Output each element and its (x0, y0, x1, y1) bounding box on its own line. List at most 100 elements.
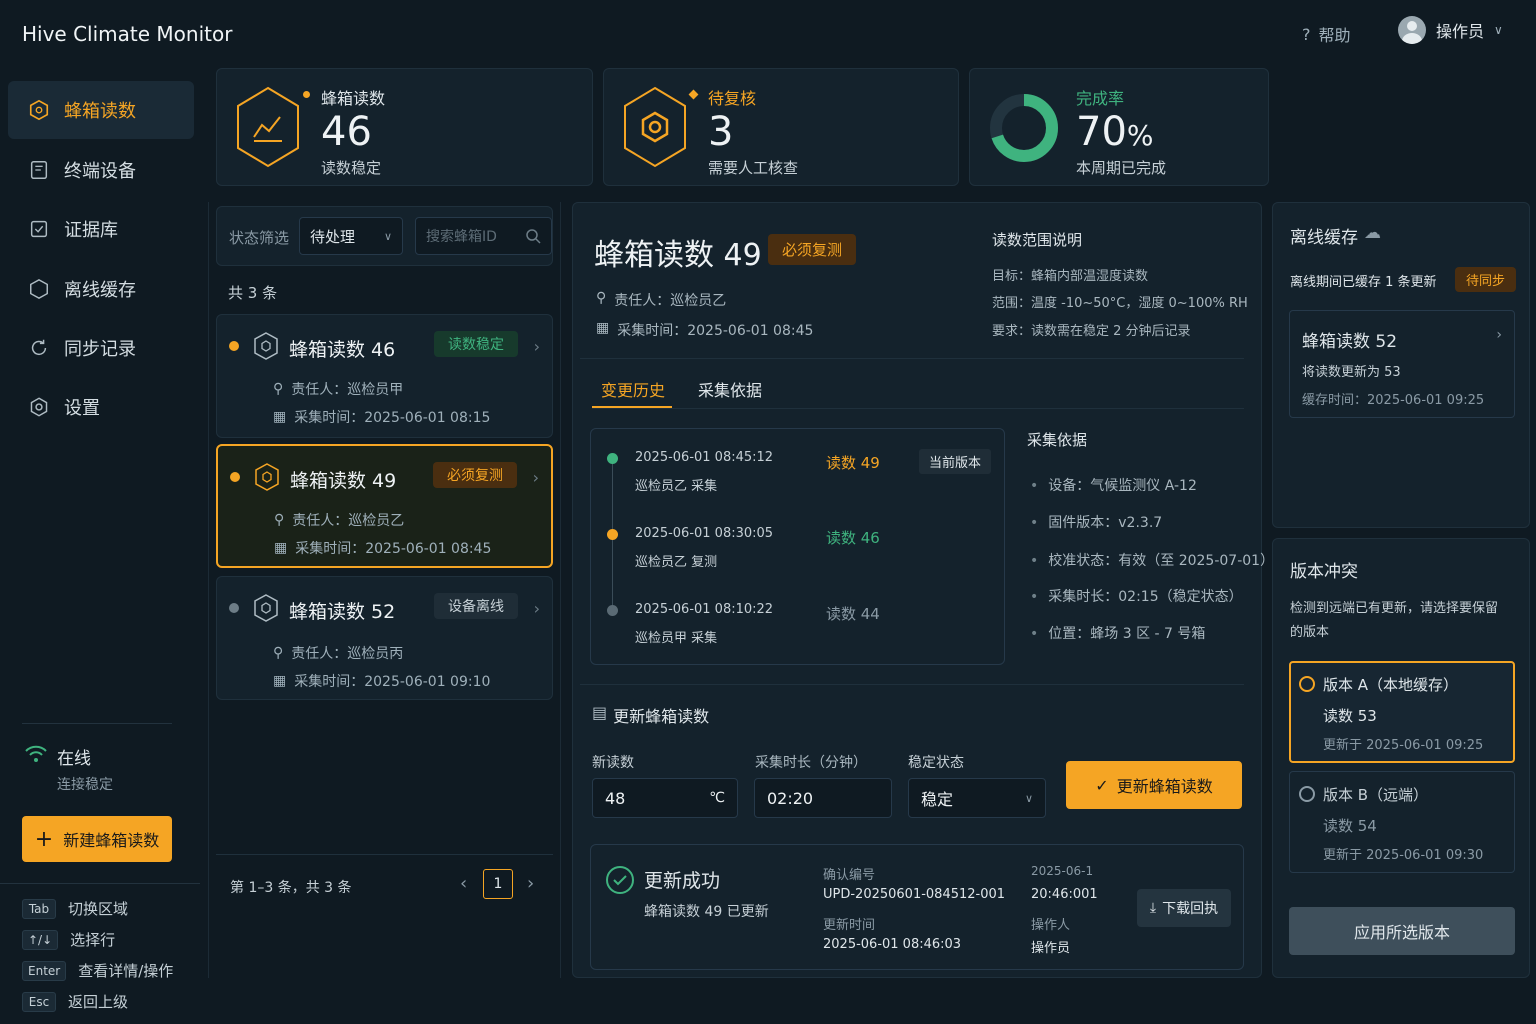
sidebar-item-evidence[interactable]: 证据库 (8, 200, 194, 258)
offline-title-text: 离线缓存 (1290, 228, 1358, 248)
chevron-right-icon: › (532, 468, 539, 487)
shortcut-label: 切换区域 (68, 900, 129, 918)
indicator-dot (688, 89, 699, 100)
pending-sync-badge: 待同步 (1455, 267, 1517, 292)
success-card: 更新成功 蜂箱读数 49 已更新 确认编号 UPD-20250601-08451… (590, 844, 1244, 970)
pagination-summary: 第 1–3 条，共 3 条 (230, 880, 352, 896)
offline-sub: 离线期间已缓存 1 条更新 (1290, 275, 1437, 290)
sidebar-item-sync-log[interactable]: 同步记录 (8, 319, 194, 377)
status-dot (229, 603, 239, 613)
owner-text: 责任人：巡检员乙 (614, 293, 727, 309)
range-line: 范围：温度 -10~50°C，湿度 0~100% RH (992, 296, 1248, 311)
sidebar-item-devices[interactable]: 终端设备 (8, 141, 194, 199)
list-item-selected[interactable]: 蜂箱读数 49 必须复测 › ⚲ 责任人：巡检员乙 ▦ 采集时间：2025-06-0… (216, 444, 553, 568)
status-badge: 必须复测 (433, 462, 517, 488)
sidebar-item-settings[interactable]: 设置 (8, 378, 194, 436)
stat-card-pending[interactable]: 待复核 3 需要人工核查 (603, 68, 959, 186)
version-a-option[interactable]: 版本 A（本地缓存） 读数 53 更新于 2025-06-01 09:25 (1289, 661, 1515, 763)
stat-sub: 需要人工核查 (708, 159, 799, 177)
edit-icon: ▤ (592, 703, 608, 722)
timeline-dot (607, 529, 618, 540)
help-label: 帮助 (1318, 26, 1351, 45)
chevron-right-icon: › (533, 599, 540, 618)
shortcut-label: 查看详情/操作 (78, 962, 174, 980)
search-input[interactable]: 搜索蜂箱ID (415, 217, 552, 255)
page-number[interactable]: 1 (483, 869, 513, 899)
duration-value: 02:20 (767, 788, 814, 808)
chevron-right-icon: › (533, 337, 540, 356)
submit-update-button[interactable]: ✓ 更新蜂箱读数 (1066, 761, 1242, 809)
stat-card-completion[interactable]: 完成率 70% 本周期已完成 (969, 68, 1269, 186)
gear-hexagon-icon (624, 86, 686, 168)
history-time: 2025-06-01 08:30:05 (635, 526, 774, 541)
filter-bar: 状态筛选 待处理 ∨ 搜索蜂箱ID (216, 206, 553, 266)
operator-label: 操作人 (1031, 918, 1071, 933)
basis-item: 采集时长：02:15（稳定状态） (1030, 586, 1242, 606)
tab-history[interactable]: 变更历史 (601, 377, 665, 401)
version-b-label: 版本 B（远端） (1323, 786, 1429, 804)
divider (22, 723, 172, 724)
new-reading-button[interactable]: + 新建蜂箱读数 (22, 816, 172, 862)
shortcut-arrows: ↑/↓ 选择行 (22, 929, 115, 950)
sidebar-item-label: 离线缓存 (64, 280, 136, 301)
prev-page-button[interactable]: ‹ (460, 873, 467, 894)
list-item[interactable]: 蜂箱读数 52 设备离线 › ⚲ 责任人：巡检员丙 ▦ 采集时间：2025-06-0… (216, 576, 553, 700)
divider (592, 408, 1244, 409)
overlay-text: 2025-06-1 (1031, 864, 1094, 878)
list-item[interactable]: 蜂箱读数 46 读数稳定 › ⚲ 责任人：巡检员甲 ▦ 采集时间：2025-06-0… (216, 314, 553, 438)
sidebar-item-readings[interactable]: 蜂箱读数 (8, 81, 194, 139)
new-reading-input[interactable]: 48 ℃ (592, 778, 738, 818)
stat-label: 完成率 (1076, 89, 1125, 108)
sidebar-item-offline-cache[interactable]: 离线缓存 (8, 260, 194, 318)
history-reading: 读数 49 (826, 454, 880, 472)
range-title: 读数范围说明 (992, 231, 1083, 249)
detail-title: 蜂箱读数 49 (594, 238, 762, 273)
help-icon: ? (1302, 24, 1311, 44)
item-name: 蜂箱读数 52 (289, 601, 396, 623)
search-placeholder: 搜索蜂箱ID (426, 229, 497, 245)
radio-icon (1299, 786, 1315, 802)
cached-item-line: 将读数更新为 53 (1302, 365, 1401, 380)
radio-icon (1299, 676, 1315, 692)
status-filter-select[interactable]: 待处理 ∨ (299, 217, 403, 255)
history-time: 2025-06-01 08:45:12 (635, 450, 774, 465)
item-name: 蜂箱读数 46 (289, 339, 396, 361)
download-receipt-button[interactable]: ⤓ 下载回执 (1137, 889, 1231, 927)
user-menu[interactable]: 操作员 ∨ (1398, 16, 1503, 44)
version-b-reading: 读数 54 (1323, 817, 1377, 835)
device-icon (30, 161, 48, 179)
shortcut-key: Esc (22, 991, 56, 1012)
cached-item-card[interactable]: 蜂箱读数 52 › 将读数更新为 53 缓存时间：2025-06-01 09:2… (1289, 310, 1515, 418)
apply-version-button[interactable]: 应用所选版本 (1289, 907, 1515, 955)
state-select[interactable]: 稳定 ∨ (908, 778, 1046, 818)
version-a-time: 更新于 2025-06-01 09:25 (1323, 738, 1484, 753)
calendar-icon: ▦ (273, 673, 287, 689)
version-b-option[interactable]: 版本 B（远端） 读数 54 更新于 2025-06-01 09:30 (1289, 771, 1515, 873)
calendar-icon: ▦ (596, 320, 610, 336)
app-title: Hive Climate Monitor (22, 22, 233, 46)
tab-basis[interactable]: 采集依据 (698, 377, 762, 401)
version-a-label: 版本 A（本地缓存） (1323, 676, 1459, 694)
completion-ring (990, 94, 1058, 162)
help-button[interactable]: ? 帮助 (1302, 22, 1351, 46)
stat-card-readings[interactable]: 蜂箱读数 46 读数稳定 (216, 68, 593, 186)
cached-item-time: 缓存时间：2025-06-01 09:25 (1302, 393, 1485, 408)
next-page-button[interactable]: › (527, 873, 534, 894)
item-owner: ⚲ 责任人：巡检员乙 (274, 510, 404, 530)
history-who: 巡检员甲 采集 (635, 631, 718, 646)
history-reading: 读数 46 (826, 529, 880, 547)
history-who: 巡检员乙 复测 (635, 555, 718, 570)
sidebar-item-label: 蜂箱读数 (64, 101, 136, 122)
check-icon: ✓ (1095, 775, 1109, 795)
duration-input[interactable]: 02:20 (754, 778, 892, 818)
operator-value: 操作员 (1031, 941, 1071, 956)
success-check-icon (606, 866, 634, 894)
new-reading-label: 新建蜂箱读数 (63, 831, 160, 850)
shortcut-label: 返回上级 (68, 993, 129, 1011)
basis-item: 设备：气候监测仪 A-12 (1030, 475, 1197, 495)
calendar-icon: ▦ (273, 409, 287, 425)
divider (580, 684, 1244, 685)
user-icon: ⚲ (274, 512, 285, 528)
sidebar-item-label: 终端设备 (64, 161, 136, 182)
submit-label: 更新蜂箱读数 (1116, 777, 1213, 796)
